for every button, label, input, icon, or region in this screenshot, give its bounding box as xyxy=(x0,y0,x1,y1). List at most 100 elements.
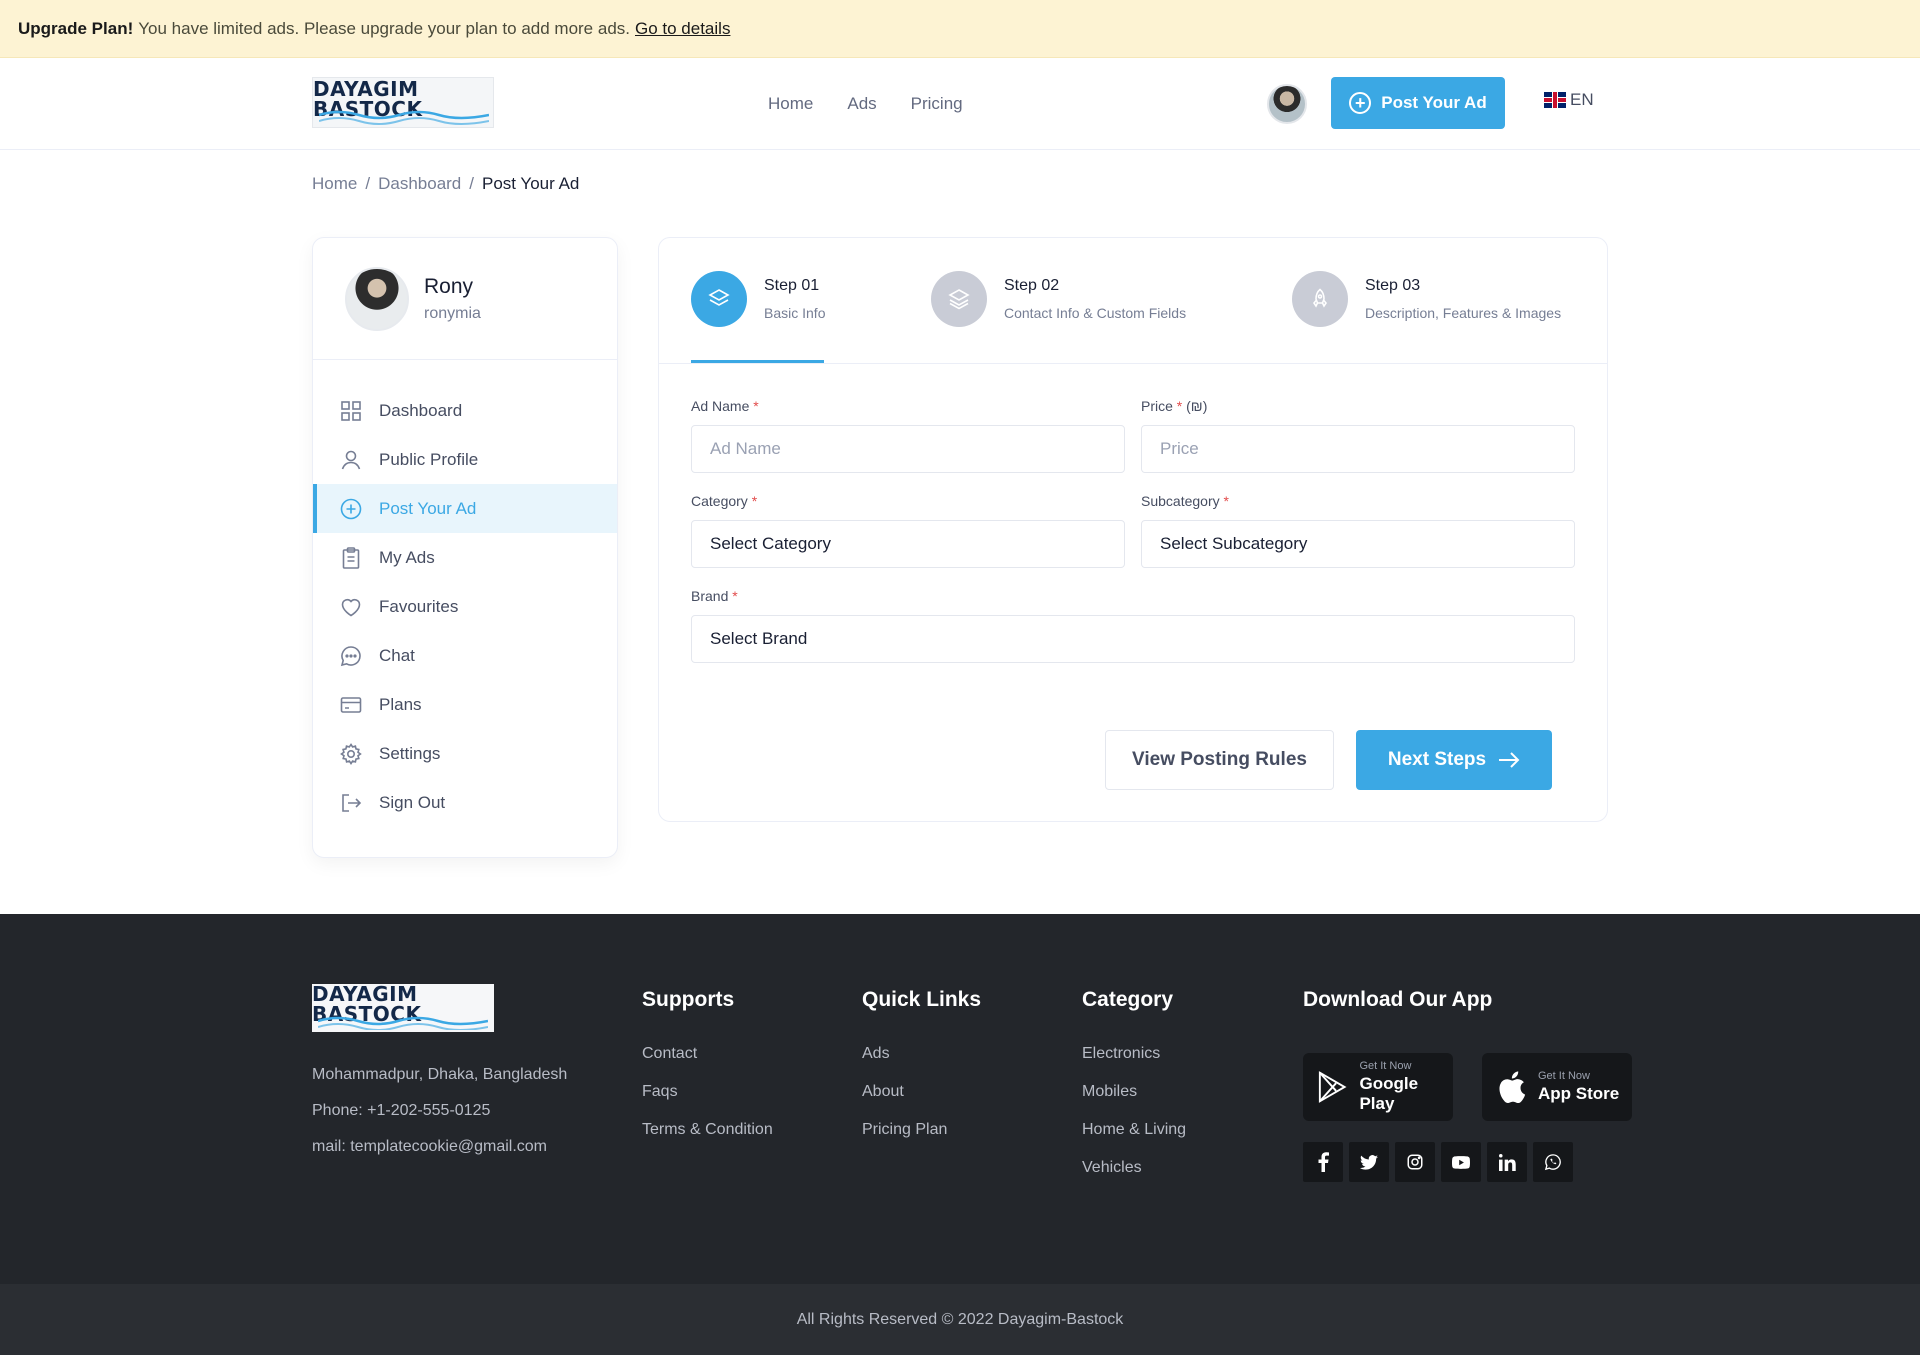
step-1-circle xyxy=(691,271,747,327)
app-store-button[interactable]: Get It Now App Store xyxy=(1482,1053,1632,1121)
subcategory-select[interactable]: Select Subcategory xyxy=(1141,520,1575,568)
linkedin-icon[interactable] xyxy=(1487,1142,1527,1182)
footer-supports-title: Supports xyxy=(642,988,735,1011)
instagram-icon[interactable] xyxy=(1395,1142,1435,1182)
site-header: DAYAGIM BASTOCK Home Ads Pricing + Post … xyxy=(0,58,1920,150)
footer-link-contact[interactable]: Contact xyxy=(642,1045,773,1063)
google-play-small: Get It Now xyxy=(1359,1060,1412,1072)
footer-mail: mail: templatecookie@gmail.com xyxy=(312,1138,547,1155)
plus-circle-icon: + xyxy=(1349,92,1372,114)
apple-icon xyxy=(1499,1071,1526,1103)
step-progress: Step 01 Basic Info Step 02 Contact Info … xyxy=(659,238,1607,364)
required-mark: * xyxy=(753,398,759,414)
header-avatar[interactable] xyxy=(1267,84,1307,124)
step-3-title: Step 03 xyxy=(1365,277,1421,294)
nav-pricing[interactable]: Pricing xyxy=(911,94,963,114)
footer-category-title: Category xyxy=(1082,988,1174,1011)
credit-card-icon xyxy=(340,696,362,713)
footer-link-ads[interactable]: Ads xyxy=(862,1045,981,1063)
layers-icon xyxy=(708,289,730,306)
sidebar-item-plans[interactable]: Plans xyxy=(313,680,617,729)
step-1-subtitle: Basic Info xyxy=(764,305,826,321)
footer-link-home-living[interactable]: Home & Living xyxy=(1082,1121,1186,1139)
sidebar-item-label: Favourites xyxy=(379,596,459,616)
footer-link-terms[interactable]: Terms & Condition xyxy=(642,1121,773,1139)
post-ad-form-card: Step 01 Basic Info Step 02 Contact Info … xyxy=(658,237,1608,822)
breadcrumb-separator: / xyxy=(365,174,371,193)
step-3-circle xyxy=(1292,271,1348,327)
sidebar-item-settings[interactable]: Settings xyxy=(313,729,617,778)
footer-link-vehicles[interactable]: Vehicles xyxy=(1082,1159,1186,1177)
footer-link-pricing-plan[interactable]: Pricing Plan xyxy=(862,1121,981,1139)
step-2-subtitle: Contact Info & Custom Fields xyxy=(1004,305,1187,321)
alert-details-link[interactable]: Go to details xyxy=(635,19,730,39)
google-play-big: Google Play xyxy=(1359,1074,1419,1113)
language-selector[interactable]: EN xyxy=(1544,90,1594,110)
site-logo[interactable]: DAYAGIM BASTOCK xyxy=(312,77,494,128)
step-1[interactable]: Step 01 Basic Info xyxy=(691,271,825,327)
whatsapp-icon[interactable] xyxy=(1533,1142,1573,1182)
sidebar-item-public-profile[interactable]: Public Profile xyxy=(313,435,617,484)
avatar xyxy=(345,266,409,331)
sidebar-item-sign-out[interactable]: Sign Out xyxy=(313,778,617,827)
sidebar-item-chat[interactable]: Chat xyxy=(313,631,617,680)
ad-name-input[interactable]: Ad Name xyxy=(691,425,1125,473)
sidebar-item-label: Plans xyxy=(379,694,422,714)
dashboard-sidebar: Rony ronymia Dashboard Public Profile Po… xyxy=(312,237,618,858)
rocket-icon xyxy=(1313,288,1327,308)
category-label: Category * xyxy=(691,493,757,509)
nav-home[interactable]: Home xyxy=(768,94,813,114)
footer-link-electronics[interactable]: Electronics xyxy=(1082,1045,1186,1063)
breadcrumb-current: Post Your Ad xyxy=(482,174,580,193)
category-label-text: Category xyxy=(691,493,748,509)
facebook-icon[interactable] xyxy=(1303,1142,1343,1182)
sidebar-item-my-ads[interactable]: My Ads xyxy=(313,533,617,582)
footer-phone: Phone: +1-202-555-0125 xyxy=(312,1102,491,1119)
footer-supports: Supports Contact Faqs Terms & Condition xyxy=(642,988,773,1159)
google-play-button[interactable]: Get It Now Google Play xyxy=(1303,1053,1453,1121)
alert-message: You have limited ads. Please upgrade you… xyxy=(138,18,630,38)
uk-flag-icon xyxy=(1544,92,1566,108)
profile-name: Rony xyxy=(424,274,474,298)
youtube-icon[interactable] xyxy=(1441,1142,1481,1182)
nav-ads[interactable]: Ads xyxy=(847,94,876,114)
breadcrumb-dashboard[interactable]: Dashboard xyxy=(378,174,461,194)
alert-title: Upgrade Plan! xyxy=(18,18,134,38)
step-3[interactable]: Step 03 Description, Features & Images xyxy=(1292,271,1561,327)
copyright: All Rights Reserved © 2022 Dayagim-Basto… xyxy=(0,1284,1920,1355)
brand-select[interactable]: Select Brand xyxy=(691,615,1575,663)
logo-waves-icon xyxy=(319,110,489,125)
sidebar-item-label: Dashboard xyxy=(379,400,463,420)
post-ad-button[interactable]: + Post Your Ad xyxy=(1331,77,1505,129)
sidebar-item-label: Chat xyxy=(379,645,415,665)
view-posting-rules-button[interactable]: View Posting Rules xyxy=(1105,730,1334,790)
profile-username: ronymia xyxy=(424,304,481,322)
price-label-text: Price xyxy=(1141,398,1173,414)
site-footer: DAYAGIM BASTOCK Mohammadpur, Dhaka, Bang… xyxy=(0,914,1920,1284)
twitter-icon[interactable] xyxy=(1349,1142,1389,1182)
sidebar-item-favourites[interactable]: Favourites xyxy=(313,582,617,631)
google-play-icon xyxy=(1318,1071,1347,1103)
required-mark: * xyxy=(1223,493,1229,509)
plus-circle-icon xyxy=(340,498,362,519)
price-unit: (₪) xyxy=(1186,398,1208,414)
footer-logo[interactable]: DAYAGIM BASTOCK xyxy=(312,984,494,1032)
clipboard-icon xyxy=(342,546,360,569)
subcategory-label-text: Subcategory xyxy=(1141,493,1220,509)
category-select[interactable]: Select Category xyxy=(691,520,1125,568)
footer-link-about[interactable]: About xyxy=(862,1083,981,1101)
next-steps-button[interactable]: Next Steps xyxy=(1356,730,1552,790)
step-2[interactable]: Step 02 Contact Info & Custom Fields xyxy=(931,271,1186,327)
footer-link-mobiles[interactable]: Mobiles xyxy=(1082,1083,1186,1101)
sign-out-icon xyxy=(342,793,362,812)
user-icon xyxy=(341,450,361,469)
main-nav: Home Ads Pricing xyxy=(768,58,997,150)
subcategory-label: Subcategory * xyxy=(1141,493,1229,509)
sidebar-item-dashboard[interactable]: Dashboard xyxy=(313,386,617,435)
sidebar-item-post-your-ad[interactable]: Post Your Ad xyxy=(313,484,617,533)
breadcrumb-home[interactable]: Home xyxy=(312,174,357,194)
price-input[interactable]: Price xyxy=(1141,425,1575,473)
footer-link-faqs[interactable]: Faqs xyxy=(642,1083,773,1101)
arrow-right-icon xyxy=(1499,752,1520,768)
step-3-subtitle: Description, Features & Images xyxy=(1365,305,1562,321)
